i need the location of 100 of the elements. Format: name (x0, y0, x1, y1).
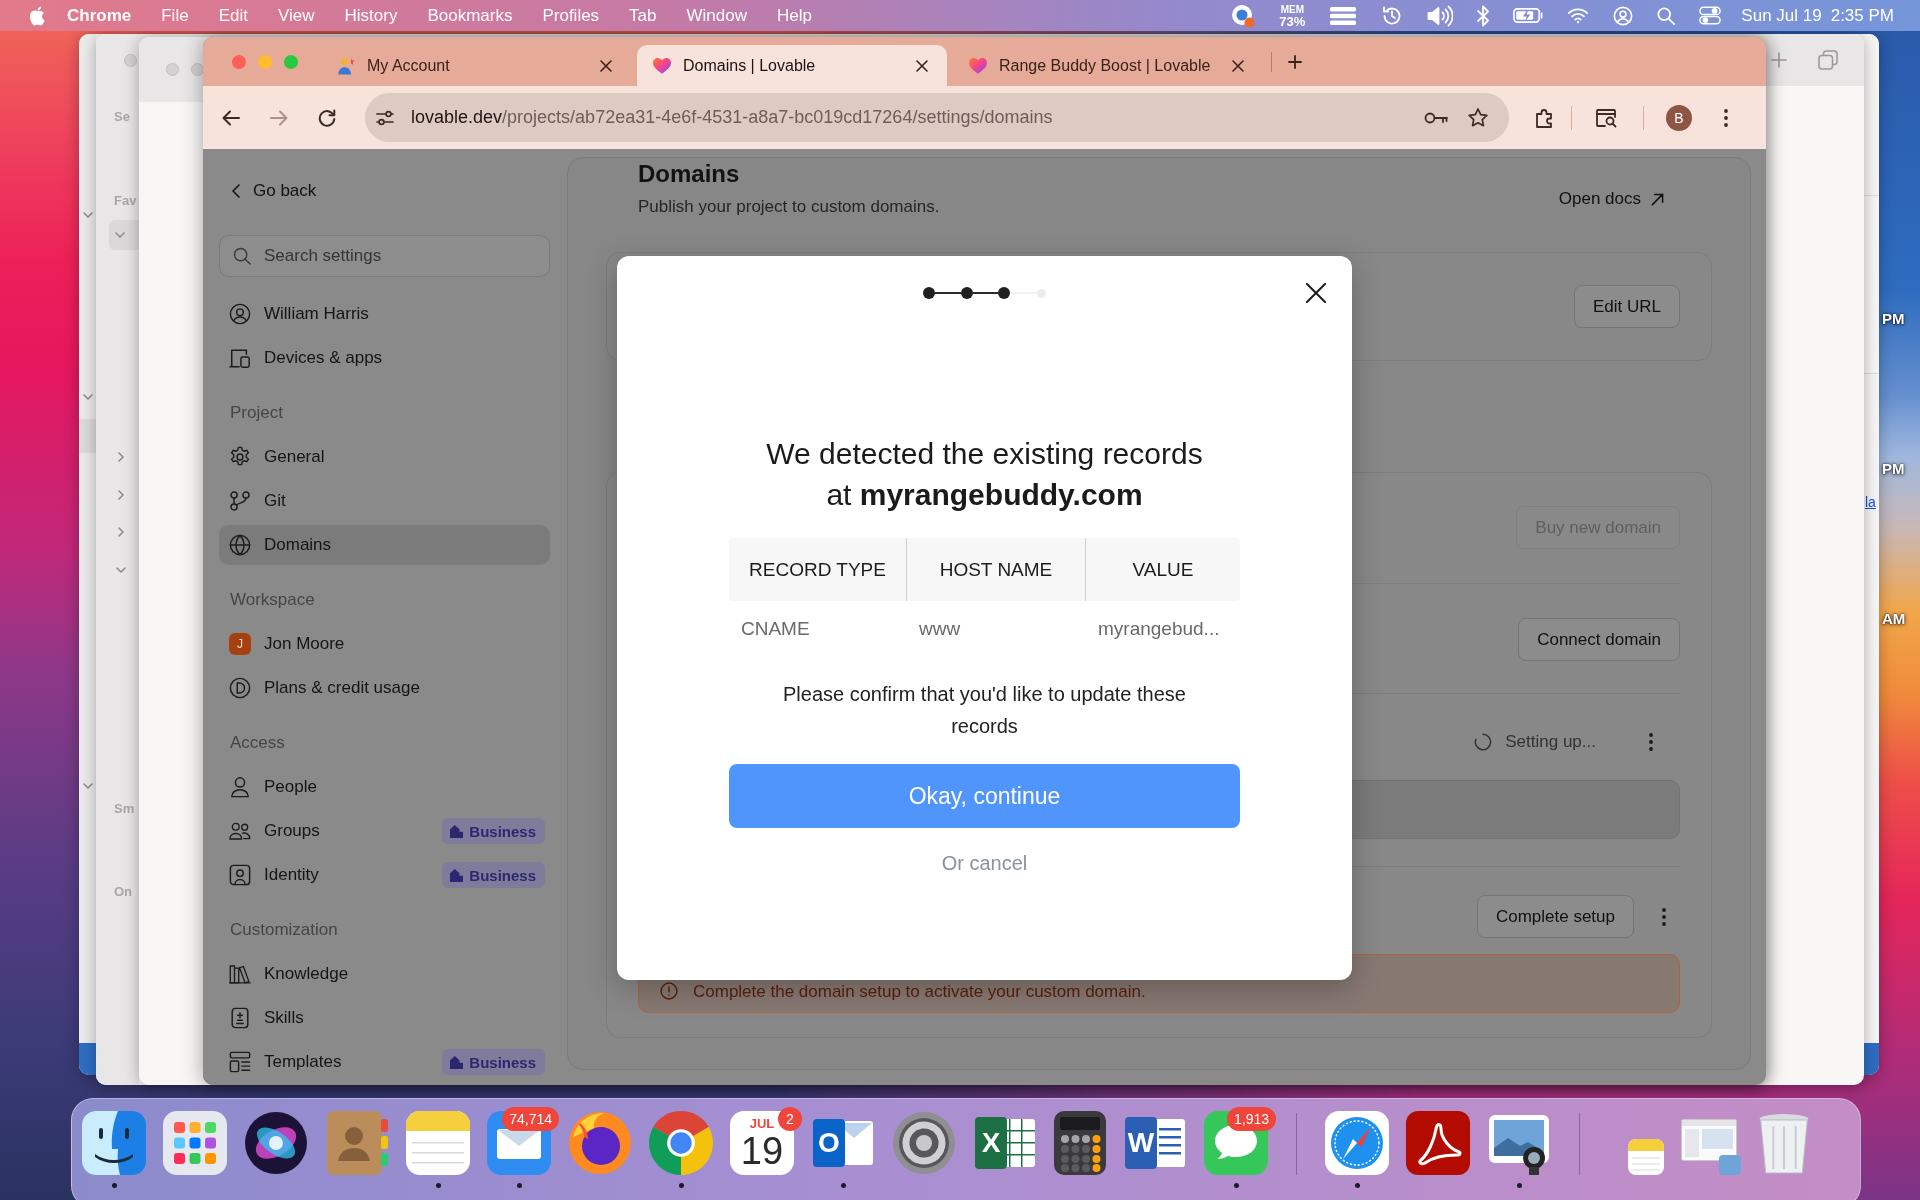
notepad-icon[interactable] (406, 1111, 470, 1175)
sidebar-item[interactable]: Devices & apps (219, 338, 550, 378)
address-book-icon[interactable] (325, 1111, 389, 1175)
column-header: HOST NAME (907, 538, 1086, 601)
plan-label: Business (469, 866, 536, 884)
sidebar-item[interactable]: Templates Business (219, 1042, 550, 1082)
gear-icon[interactable] (892, 1111, 956, 1175)
back-arrow-icon[interactable] (222, 109, 240, 126)
sidebar-item[interactable]: William Harris (219, 294, 550, 334)
star-icon[interactable] (1468, 108, 1488, 127)
wifi-icon[interactable] (1567, 7, 1590, 24)
sidebar-item[interactable]: Plans & credit usage (219, 668, 550, 708)
menu-time[interactable]: 2:35 PM (1830, 5, 1894, 26)
confirm-button[interactable]: Okay, continue (729, 764, 1240, 828)
close-icon[interactable] (600, 59, 612, 72)
battery-icon[interactable] (1513, 8, 1544, 23)
toggles-icon[interactable] (1699, 6, 1722, 25)
building-icon (450, 868, 464, 882)
icon-letter: W (1127, 1128, 1155, 1158)
memory-label: MEM (1280, 3, 1304, 15)
reload-icon[interactable] (318, 108, 336, 127)
memory-value: 73% (1279, 14, 1306, 28)
half-circle-icon (229, 677, 251, 699)
section-heading: Access (230, 732, 285, 754)
volume-icon[interactable] (1427, 4, 1454, 27)
sidebar-item[interactable]: People (219, 767, 550, 807)
squiggle-tile-icon[interactable] (1406, 1111, 1470, 1175)
heart-icon (653, 56, 671, 75)
profile-button[interactable]: B (1666, 104, 1692, 131)
status-text: Setting up... (1505, 732, 1596, 752)
browser-tab[interactable]: Range Buddy Boost | Lovable (953, 45, 1263, 86)
apple-icon[interactable] (29, 5, 46, 26)
sidebar-item[interactable]: Knowledge (219, 954, 550, 994)
menu-item[interactable]: File (161, 5, 189, 26)
desktop-label: AM (1882, 609, 1906, 629)
trash-icon[interactable] (1758, 1113, 1810, 1175)
menu-item[interactable]: Profiles (542, 5, 600, 26)
orb-icon[interactable] (244, 1111, 308, 1175)
branch-icon (229, 490, 251, 512)
browser-tab[interactable]: My Account (321, 45, 631, 86)
column-header: VALUE (1086, 538, 1240, 601)
note-thumbnail-icon[interactable] (1628, 1139, 1664, 1175)
sidebar-item[interactable]: General (219, 437, 550, 477)
setup-button[interactable]: Complete setup (1476, 895, 1634, 938)
menu-item[interactable]: View (277, 5, 315, 26)
user-circle-icon[interactable] (1613, 5, 1634, 26)
docs-link[interactable]: Open docs (1558, 189, 1664, 209)
back-link[interactable]: Go back (232, 176, 317, 206)
sidebar-item[interactable]: Git (219, 481, 550, 521)
chevron-down-icon (82, 212, 93, 218)
close-icon[interactable] (916, 59, 928, 72)
overlapping-squares-icon[interactable] (1818, 50, 1838, 70)
search-icon[interactable] (1657, 6, 1676, 25)
address-field[interactable]: lovable.dev/projects/ab72ea31-4e6f-4531-a8a7-bc019cd17264/settings/domains (365, 93, 1509, 142)
notification-badge: 74,714 (502, 1107, 559, 1131)
menu-item[interactable]: Window (686, 5, 747, 26)
calculator-icon[interactable] (1054, 1111, 1106, 1175)
menu-item[interactable]: Help (777, 5, 812, 26)
portrait-icon (229, 864, 251, 886)
close-icon[interactable] (1232, 59, 1244, 72)
kebab-menu-icon[interactable] (1649, 733, 1653, 751)
menu-item[interactable]: History (344, 5, 398, 26)
menu-item[interactable]: Tab (629, 5, 657, 26)
app-grid-icon[interactable] (163, 1111, 227, 1175)
chevron-left-icon (232, 184, 240, 198)
edit-url-button[interactable]: Edit URL (1573, 285, 1680, 328)
more-menu-icon[interactable] (1724, 108, 1728, 127)
compass-icon[interactable] (1325, 1111, 1389, 1175)
menu-item[interactable]: Edit (218, 5, 248, 26)
action-button[interactable]: Connect domain (1518, 618, 1680, 661)
cancel-link[interactable]: Or cancel (941, 851, 1028, 875)
sidebar-item[interactable]: Skills (219, 998, 550, 1038)
chevron-down-icon (116, 567, 126, 573)
forward-arrow-icon[interactable] (270, 109, 288, 126)
puzzle-icon[interactable] (1535, 107, 1555, 128)
sidebar-item[interactable]: Domains (219, 525, 550, 565)
plus-icon[interactable] (1288, 54, 1302, 69)
menu-item[interactable]: Bookmarks (427, 5, 513, 26)
flame-globe-icon[interactable] (568, 1111, 632, 1175)
link-text[interactable]: la (1864, 494, 1876, 511)
smiling-face-icon[interactable] (82, 1111, 146, 1175)
status-circle-icon[interactable] (1231, 3, 1256, 28)
window-thumbnail-icon[interactable] (1681, 1119, 1741, 1175)
kebab-menu-icon[interactable] (1662, 907, 1666, 926)
tab-search-icon[interactable] (1595, 107, 1617, 128)
browser-tab[interactable]: Domains | Lovable (637, 45, 947, 86)
key-icon[interactable] (1424, 110, 1448, 125)
gear-icon (229, 446, 251, 468)
sidebar-item[interactable]: Groups Business (219, 811, 550, 851)
search-field[interactable]: Search settings (219, 235, 550, 277)
app-menu[interactable]: Chrome (67, 5, 132, 26)
notification-badge: 1,913 (1226, 1107, 1276, 1131)
sidebar-item[interactable]: J Jon Moore (219, 624, 550, 664)
sidebar-item[interactable]: Identity Business (219, 855, 550, 895)
stacked-bars-icon[interactable] (1329, 5, 1358, 26)
menu-date[interactable]: Sun Jul 19 (1741, 5, 1822, 26)
bluetooth-icon[interactable] (1477, 4, 1490, 27)
tune-icon[interactable] (376, 109, 394, 126)
close-icon[interactable] (1306, 283, 1326, 303)
tricolor-ring-icon[interactable] (649, 1111, 713, 1175)
